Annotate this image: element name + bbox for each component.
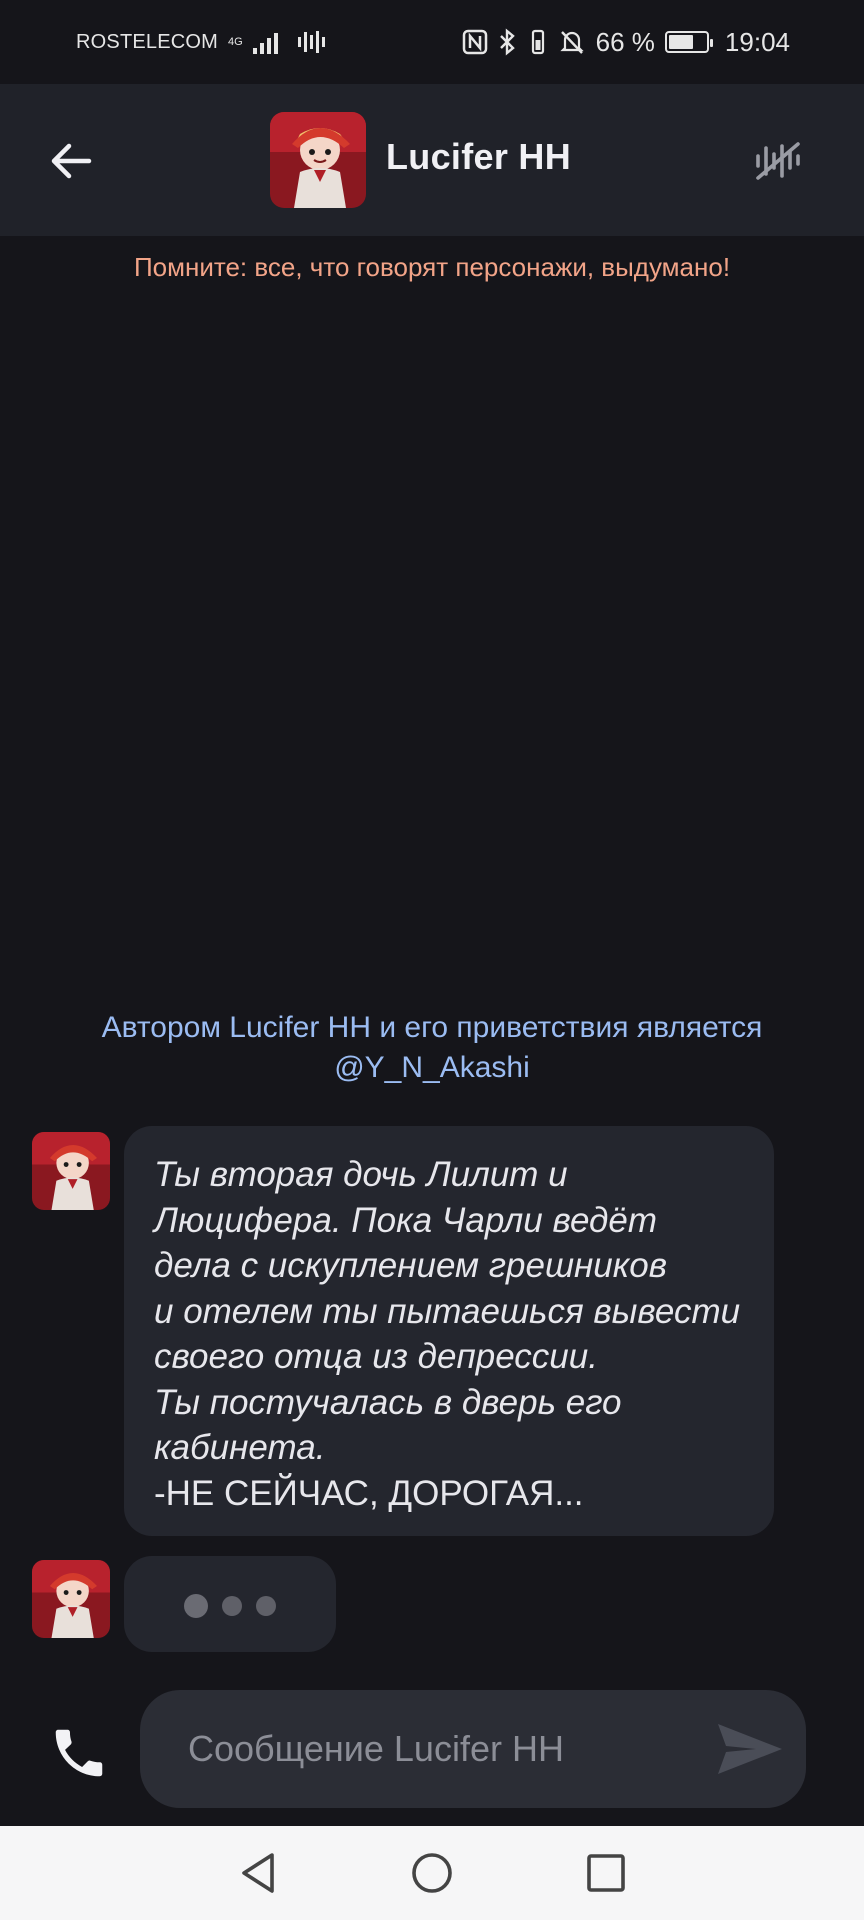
clock: 19:04: [724, 26, 790, 57]
nav-home-button[interactable]: [404, 1845, 460, 1901]
typing-indicator: [124, 1556, 336, 1652]
status-left: ROSTELECOM 4G: [76, 30, 325, 54]
message-avatar[interactable]: [32, 1132, 110, 1210]
typing-dot: [256, 1596, 276, 1616]
message-line: и отелем ты пытаешься вывести: [154, 1291, 741, 1331]
audio-wave-icon: [297, 30, 325, 54]
typing-dot: [184, 1594, 208, 1618]
author-handle-link[interactable]: @Y_N_Akashi: [40, 1048, 824, 1088]
chat-header: Lucifer HH: [0, 84, 864, 236]
message-line: -НЕ СЕЙЧАС, ДОРОГАЯ...: [154, 1473, 584, 1513]
message-line: Люцифера. Пока Чарли ведёт: [154, 1200, 658, 1240]
square-recents-icon: [587, 1854, 625, 1892]
mute-voice-button[interactable]: [748, 130, 808, 190]
arrow-left-icon: [51, 143, 92, 179]
muted-audio-icon: [756, 142, 800, 180]
message-line: кабинета.: [154, 1428, 326, 1467]
author-credit: Автором Lucifer HH и его приветствия явл…: [40, 1008, 824, 1088]
status-right: 66 % 19:04: [462, 27, 790, 58]
character-avatar[interactable]: [270, 112, 366, 208]
nav-back-button[interactable]: [230, 1845, 286, 1901]
character-avatar-image: [32, 1132, 110, 1210]
circle-home-icon: [412, 1853, 452, 1893]
call-button[interactable]: [42, 1716, 116, 1790]
character-avatar-image: [32, 1560, 110, 1638]
send-button[interactable]: [714, 1718, 786, 1780]
author-credit-text: Автором Lucifer HH и его приветствия явл…: [101, 1011, 763, 1044]
character-avatar-image: [270, 112, 366, 208]
bell-off-icon: [560, 31, 584, 54]
message-composer: [140, 1690, 806, 1808]
back-button[interactable]: [44, 134, 98, 188]
vibrate-icon: [531, 29, 544, 55]
typing-avatar[interactable]: [32, 1560, 110, 1638]
battery-icon: [664, 31, 713, 53]
bluetooth-icon: [499, 28, 515, 56]
network-type: 4G: [228, 36, 243, 48]
message-line: дела с искуплением грешников: [154, 1246, 668, 1285]
signal-icon: [252, 30, 278, 54]
character-name[interactable]: Lucifer HH: [386, 136, 571, 178]
message-bubble[interactable]: Ты вторая дочь Лилит и Люцифера. Пока Ча…: [124, 1126, 774, 1536]
message-text: Ты вторая дочь Лилит и Люцифера. Пока Ча…: [154, 1152, 744, 1516]
triangle-back-icon: [242, 1853, 274, 1893]
carrier-name: ROSTELECOM: [76, 30, 219, 53]
message-line: своего отца из депрессии.: [154, 1337, 598, 1376]
message-input[interactable]: [188, 1690, 708, 1808]
nav-recents-button[interactable]: [578, 1845, 634, 1901]
battery-percent: 66 %: [595, 26, 655, 57]
system-nav-bar: [0, 1826, 864, 1920]
nfc-icon: [462, 29, 487, 55]
send-icon: [718, 1724, 782, 1774]
message-line: Ты вторая дочь Лилит и: [154, 1155, 568, 1194]
phone-icon: [55, 1729, 103, 1777]
message-line: Ты постучалась в дверь его: [154, 1382, 622, 1422]
status-bar: ROSTELECOM 4G 66 % 19:04: [0, 0, 864, 84]
battery-level: [668, 35, 693, 49]
typing-dot: [222, 1596, 242, 1616]
fiction-warning: Помните: все, что говорят персонажи, выд…: [133, 252, 731, 282]
